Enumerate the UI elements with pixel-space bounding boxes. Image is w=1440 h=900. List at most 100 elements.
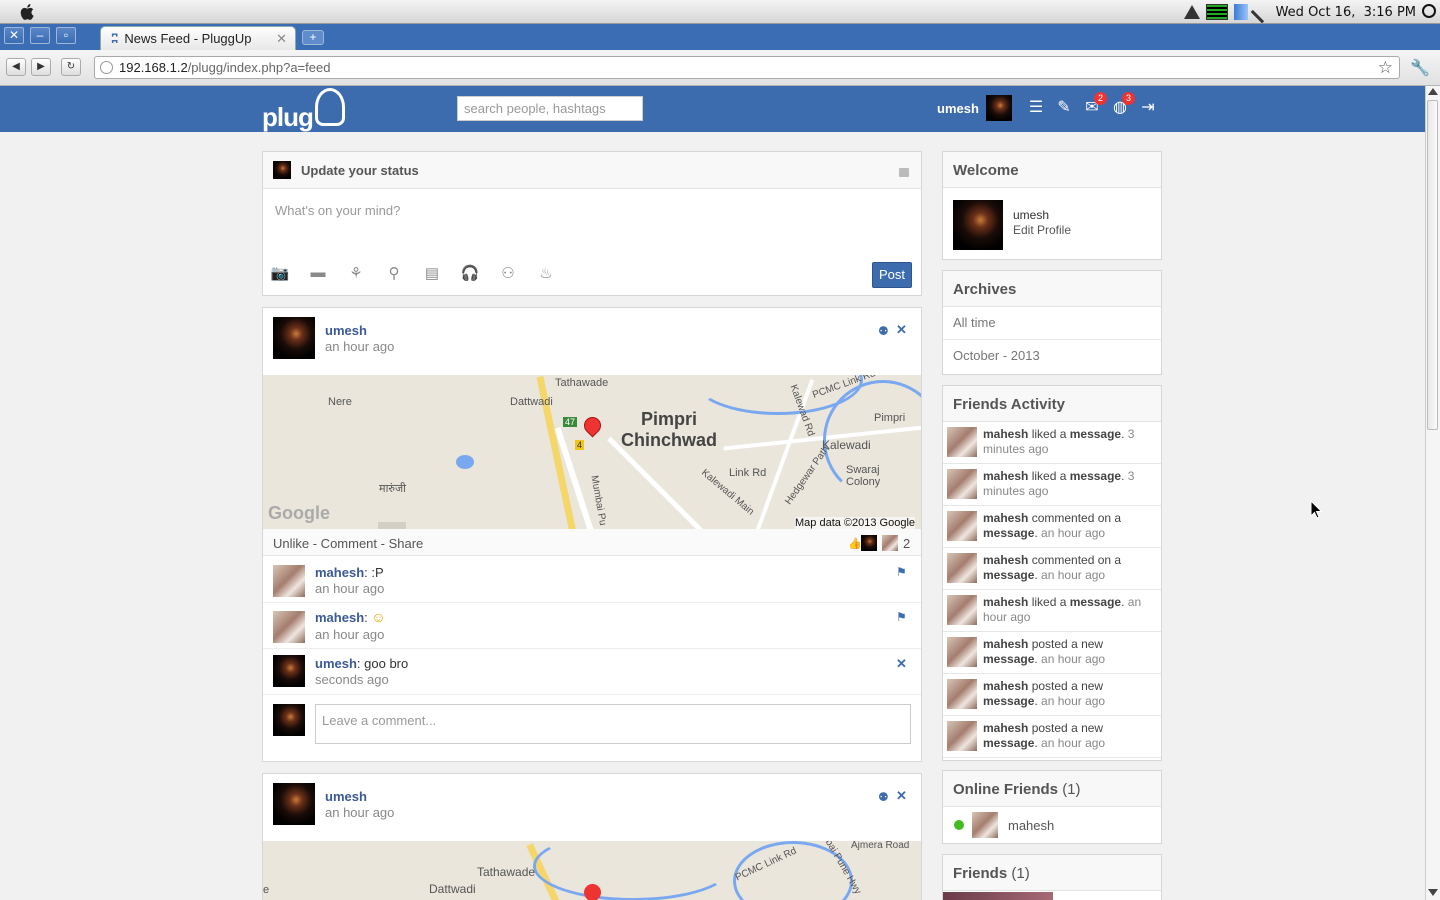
friend-activity-avatar[interactable] [947, 637, 977, 667]
activity-icon[interactable]: ⚘ [345, 264, 367, 282]
comment-avatar[interactable] [273, 655, 305, 687]
friend-activity-avatar[interactable] [947, 427, 977, 457]
activity-actor[interactable]: mahesh [983, 469, 1028, 483]
friend-activity-avatar[interactable] [947, 595, 977, 625]
status-textarea[interactable]: What's on your mind? [263, 189, 921, 255]
map-marker-icon[interactable] [580, 413, 605, 438]
profile-name[interactable]: umesh [1013, 208, 1049, 222]
like-count[interactable]: 2 [903, 536, 910, 551]
activity-actor[interactable]: mahesh [983, 553, 1028, 567]
post-button[interactable]: Post [872, 262, 912, 288]
friend-activity-item[interactable]: mahesh posted a new message. an hour ago [943, 716, 1161, 758]
friend-activity-item[interactable]: mahesh posted a new message. an hour ago [943, 632, 1161, 674]
activity-object[interactable]: message [1070, 595, 1121, 609]
maximize-window-icon[interactable]: ▫ [56, 27, 76, 44]
minimize-window-icon[interactable]: – [30, 27, 50, 44]
photo-icon[interactable]: 📷 [269, 264, 291, 282]
friend-activity-avatar[interactable] [947, 553, 977, 583]
site-logo[interactable]: plug [262, 88, 345, 132]
film-icon[interactable]: ▤ [421, 264, 443, 282]
logout-icon[interactable]: ⇥ [1138, 98, 1158, 118]
friend-activity-avatar[interactable] [947, 469, 977, 499]
comment-author[interactable]: umesh [315, 656, 357, 671]
spotlight-search-icon[interactable] [1422, 4, 1436, 18]
activity-actor[interactable]: mahesh [983, 427, 1028, 441]
edit-profile-link[interactable]: Edit Profile [1013, 223, 1071, 237]
post-author[interactable]: umesh [325, 323, 367, 338]
friend-activity-avatar[interactable] [947, 721, 977, 751]
post-privacy-icon[interactable]: ⚉ [878, 790, 889, 804]
compose-icon[interactable]: ✎ [1054, 98, 1074, 118]
friend-activity-item[interactable]: mahesh commented on a message. an hour a… [943, 548, 1161, 590]
header-avatar[interactable] [986, 95, 1012, 121]
url-field[interactable]: 192.168.1.2/plugg/index.php?a=feed ☆ [94, 56, 1400, 79]
menu-list-icon[interactable]: ☰ [1026, 98, 1046, 118]
search-input[interactable]: search people, hashtags [457, 96, 643, 121]
system-monitor-icon[interactable] [1205, 4, 1228, 20]
comment-avatar[interactable] [273, 611, 305, 643]
delete-comment-icon[interactable]: ✕ [896, 656, 907, 672]
archive-item-all[interactable]: All time [943, 307, 1161, 340]
comment-author[interactable]: mahesh [315, 610, 364, 625]
browser-tab[interactable]: ʭ News Feed - PluggUp ✕ [100, 26, 296, 50]
friend-activity-item[interactable]: mahesh liked a message. 3 minutes ago [943, 422, 1161, 464]
liker-avatar[interactable] [882, 535, 898, 551]
scrollbar-thumb[interactable] [1427, 100, 1438, 430]
activity-object[interactable]: message [983, 694, 1034, 708]
archive-item-october[interactable]: October - 2013 [943, 340, 1161, 373]
delete-post-icon[interactable]: ✕ [896, 788, 907, 804]
post-privacy-icon[interactable]: ⚉ [878, 324, 889, 338]
notifications-globe-icon[interactable]: ◍ 3 [1110, 92, 1135, 118]
scroll-up-icon[interactable] [1428, 88, 1438, 95]
online-friend-row[interactable]: mahesh [943, 807, 1161, 843]
report-flag-icon[interactable]: ⚑ [896, 610, 907, 624]
activity-actor[interactable]: mahesh [983, 511, 1028, 525]
privacy-lock-icon[interactable] [899, 167, 909, 177]
post-author[interactable]: umesh [325, 789, 367, 804]
headphones-icon[interactable]: 🎧 [459, 264, 481, 282]
close-window-icon[interactable]: ✕ [4, 27, 24, 44]
bookmark-star-icon[interactable]: ☆ [1378, 57, 1393, 78]
back-icon[interactable]: ◀ [6, 58, 26, 76]
tools-icon[interactable] [1250, 0, 1273, 24]
food-icon[interactable]: ♨ [535, 264, 557, 282]
warning-icon[interactable] [1183, 5, 1200, 19]
post-author-avatar[interactable] [273, 783, 315, 825]
activity-object[interactable]: message [983, 652, 1034, 666]
friend-activity-item[interactable]: mahesh posted a new message. an hour ago [943, 674, 1161, 716]
friend-activity-avatar[interactable] [947, 511, 977, 541]
report-flag-icon[interactable]: ⚑ [896, 565, 907, 579]
friend-activity-item[interactable]: mahesh liked a message. an hour ago [943, 590, 1161, 632]
post-map[interactable]: Tathawade Dattwadi Nere मारुंजी Pimpri C… [263, 375, 921, 529]
location-pin-icon[interactable]: ⚲ [383, 264, 405, 282]
page-info-icon[interactable] [100, 61, 113, 74]
friend-activity-avatar[interactable] [947, 679, 977, 709]
post-author-avatar[interactable] [273, 317, 315, 359]
close-tab-icon[interactable]: ✕ [276, 31, 287, 47]
activity-object[interactable]: message [1070, 469, 1121, 483]
activity-object[interactable]: message [983, 568, 1034, 582]
comment-author[interactable]: mahesh [315, 565, 364, 580]
new-tab-button[interactable]: + [302, 30, 324, 45]
activity-object[interactable]: message [1070, 427, 1121, 441]
activity-actor[interactable]: mahesh [983, 637, 1028, 651]
comment-input[interactable]: Leave a comment... [315, 704, 911, 744]
friend-thumbnail[interactable] [943, 892, 1053, 900]
activity-object[interactable]: message [983, 526, 1034, 540]
scroll-down-icon[interactable] [1428, 889, 1438, 896]
activity-actor[interactable]: mahesh [983, 679, 1028, 693]
activity-actor[interactable]: mahesh [983, 721, 1028, 735]
header-username[interactable]: umesh [937, 101, 979, 116]
messages-icon[interactable]: ✉ 2 [1082, 92, 1107, 118]
apple-icon[interactable] [18, 2, 38, 22]
delete-post-icon[interactable]: ✕ [896, 322, 907, 338]
liker-avatar[interactable] [861, 535, 877, 551]
friend-activity-item[interactable]: mahesh commented on a message. an hour a… [943, 506, 1161, 548]
activity-actor[interactable]: mahesh [983, 595, 1028, 609]
game-icon[interactable]: ⚇ [497, 264, 519, 282]
friend-activity-item[interactable]: mahesh liked a message. 3 minutes ago [943, 464, 1161, 506]
wrench-icon[interactable]: 🔧 [1410, 58, 1430, 78]
clock[interactable]: Wed Oct 16, 3:16 PM [1276, 5, 1416, 20]
post-map[interactable]: Tathawade Dattwadi PCMC Link Rd nbai Pun… [263, 841, 921, 900]
reload-icon[interactable]: ↻ [61, 58, 81, 76]
